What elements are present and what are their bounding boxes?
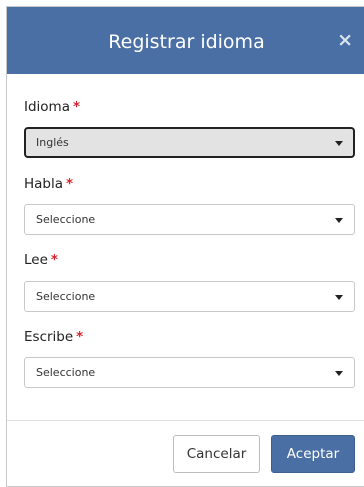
required-marker: * [76, 329, 84, 345]
escribe-select[interactable]: Seleccione [24, 357, 355, 388]
required-marker: * [72, 99, 81, 115]
select-value: Seleccione [36, 213, 96, 226]
field-label-habla: Habla * [24, 176, 73, 192]
accept-button[interactable]: Aceptar [271, 435, 355, 473]
field-label-text: Lee [24, 252, 48, 268]
field-label-text: Escribe [24, 329, 74, 345]
idioma-select[interactable]: Inglés [24, 127, 355, 158]
close-icon[interactable]: × [337, 29, 353, 51]
field-label-text: Idioma [24, 99, 70, 115]
chevron-down-icon [335, 218, 343, 223]
chevron-down-icon [335, 371, 343, 376]
footer-divider [7, 420, 364, 421]
chevron-down-icon [335, 295, 343, 300]
field-label-idioma: Idioma * [24, 99, 80, 115]
select-value: Seleccione [36, 366, 96, 379]
chevron-down-icon [335, 141, 343, 146]
register-language-dialog: Registrar idioma × Idioma * Inglés Habla *… [6, 6, 364, 487]
cancel-button[interactable]: Cancelar [173, 435, 260, 473]
habla-select[interactable]: Seleccione [24, 204, 355, 235]
field-label-lee: Lee * [24, 252, 58, 268]
dialog-title: Registrar idioma [108, 31, 265, 53]
dialog-header: Registrar idioma × [7, 7, 364, 74]
field-label-text: Habla [24, 176, 64, 192]
required-marker: * [66, 176, 74, 192]
lee-select[interactable]: Seleccione [24, 281, 355, 312]
select-value: Inglés [36, 136, 69, 149]
field-label-escribe: Escribe * [24, 329, 83, 345]
select-value: Seleccione [36, 290, 96, 303]
required-marker: * [50, 252, 58, 268]
